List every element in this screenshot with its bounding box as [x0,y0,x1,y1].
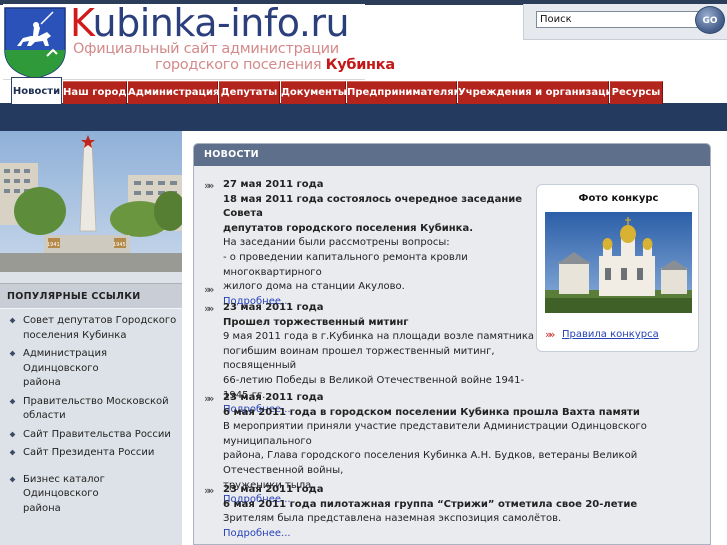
news-item: 27 мая 2011 года 18 мая 2011 года состоя… [223,178,543,309]
banner-year-left: 1941 [47,242,60,248]
popular-links: ПОПУЛЯРНЫЕ ССЫЛКИ Совет депутатов Городс… [0,283,182,516]
news-panel-title: НОВОСТИ [194,144,710,166]
news-body-line: 9 мая 2011 года в г.Кубинка на площади в… [223,331,535,343]
news-body-line: В мероприятии приняли участие представит… [223,421,647,447]
news-body-line: жилого дома на станции Акулово. [223,281,405,293]
tab-documents[interactable]: Документы [281,81,347,104]
tab-resources[interactable]: Ресурсы [610,81,663,104]
read-more-link[interactable]: Подробнее... [223,527,703,542]
contest-rules-link[interactable]: Правила конкурса [562,329,659,340]
bullet-icon: »» [204,302,215,315]
link-line2: поселения Кубинка [23,329,127,341]
link-line1: Администрация Одинцовского [23,348,107,374]
tagline-city: Кубинка [325,57,395,73]
popular-link-moscow-region-govt[interactable]: Правительство Московской области [0,395,182,424]
popular-link-russia-govt[interactable]: Сайт Правительства России [0,428,182,443]
link-line2: района [23,377,61,388]
coat-of-arms-icon [4,7,66,79]
tab-administration[interactable]: Администрация [128,81,219,104]
news-body-line: На заседании были рассмотрены вопросы: [223,237,450,249]
site-name: Kubinka-info.ru [70,1,350,45]
tagline-line2: городского поселения Кубинка [155,57,395,73]
news-body-line: района, Глава городского поселения Кубин… [223,450,638,476]
news-title[interactable]: Прошел торжественный митинг [223,316,543,331]
popular-link-odintsovo-admin[interactable]: Администрация Одинцовского района [0,347,182,391]
bullet-icon: »» [204,179,215,192]
tagline-prefix: городского поселения [155,57,326,73]
link-line1: Бизнес каталог Одинцовского [23,473,105,500]
popular-link-business-catalog[interactable]: Бизнес каталог Одинцовского района [0,473,182,517]
left-sidebar: 1941 1945 ПОПУЛЯРНЫЕ ССЫЛКИ Совет депута… [0,131,182,545]
photo-contest-box: Фото конкурс »» Правила конкурса [536,184,699,352]
search-input[interactable] [536,11,714,28]
news-date: 27 мая 2011 года [223,179,324,190]
bullet-icon: »» [545,328,556,341]
tab-news[interactable]: Новости [11,77,62,104]
popular-link-council[interactable]: Совет депутатов Городского поселения Куб… [0,314,182,343]
site-name-rest: ubinka-info.ru [92,1,350,45]
memorial-photo: 1941 1945 [0,131,182,272]
link-line1: Сайт Правительства России [23,428,171,440]
news-body-line: погибшим воинам прошел торжественный мит… [223,345,495,372]
news-item: 23 мая 2011 года 6 мая 2011 года пилотаж… [223,483,703,541]
main-nav: Новости Наш город Администрация Депутаты… [0,77,727,104]
site-name-initial: K [70,1,93,45]
news-body-line: Зрителям была представлена наземная эксп… [223,513,562,525]
link-line1: Правительство Московской [23,395,169,407]
link-line2: района [23,502,61,514]
link-line1: Сайт Президента России [23,447,155,458]
tab-deputies[interactable]: Депутаты [219,81,280,104]
tab-entrepreneurs[interactable]: Предпринимателям [347,81,462,104]
church-photo[interactable] [545,212,692,313]
site-logo[interactable]: Kubinka-info.ru Официальный сайт админис… [3,1,395,80]
news-panel: НОВОСТИ »» 27 мая 2011 года 18 мая 2011 … [193,143,711,545]
bullet-icon: »» [204,484,215,497]
news-title[interactable]: 6 мая 2011 года в городском поселении Ку… [223,406,703,421]
news-title-cont[interactable]: депутатов городского поселения Кубинка. [223,222,543,237]
link-line2: области [23,410,66,421]
tab-our-city[interactable]: Наш город [63,81,127,104]
link-line1: Совет депутатов Городского [23,315,177,326]
news-body-line: - о проведении капитального ремонта кров… [223,251,468,278]
bullet-icon: »» [204,283,215,296]
search-box: GO [523,4,727,40]
news-title[interactable]: 18 мая 2011 года состоялось очередное за… [223,193,543,222]
photo-contest-title: Фото конкурс [578,193,659,204]
popular-link-president[interactable]: Сайт Президента России [0,446,182,461]
news-title[interactable]: 6 мая 2011 года пилотажная группа “Стриж… [223,498,703,513]
tagline-line1: Официальный сайт администрации [73,41,339,57]
search-go-button[interactable]: GO [695,6,725,34]
bullet-icon: »» [204,392,215,405]
tab-institutions[interactable]: Учреждения и организации [458,81,620,104]
nav-underbar [0,103,727,131]
news-date: 23 мая 2011 года [223,484,324,495]
news-date: 23 мая 2011 года [223,302,324,313]
banner-year-right: 1945 [113,242,126,248]
popular-links-title: ПОПУЛЯРНЫЕ ССЫЛКИ [0,283,182,309]
news-date: 23 мая 2011 года [223,392,324,403]
